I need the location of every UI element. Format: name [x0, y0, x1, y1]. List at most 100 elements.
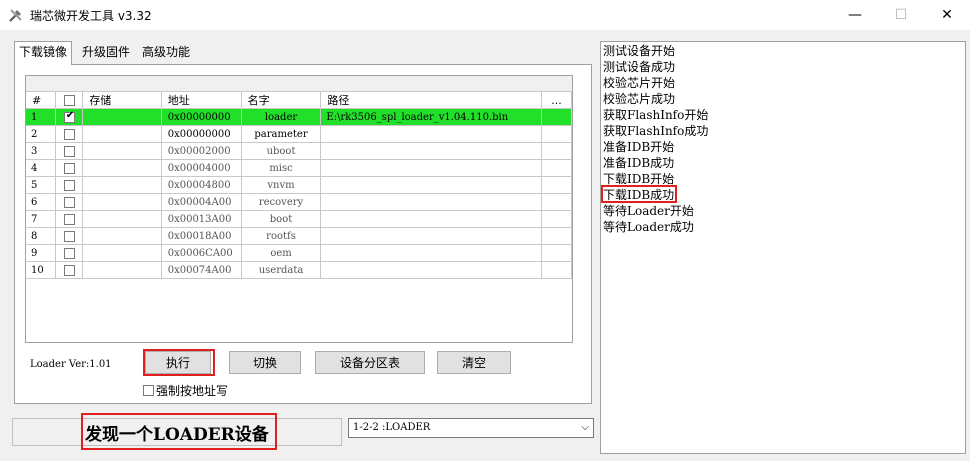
table-row[interactable]: 8 0x00018A00 rootfs: [26, 227, 572, 245]
maximize-button[interactable]: ☐: [878, 0, 924, 30]
row-name: oem: [241, 244, 322, 262]
row-checkbox[interactable]: [55, 108, 84, 126]
col-check[interactable]: [55, 92, 84, 109]
row-checkbox[interactable]: [55, 261, 84, 279]
table-row[interactable]: 9 0x0006CA00 oem: [26, 244, 572, 262]
row-checkbox-box[interactable]: [63, 196, 75, 208]
row-number: 9: [26, 244, 57, 262]
row-storage: [82, 193, 162, 211]
row-name: parameter: [241, 125, 322, 143]
table-row[interactable]: 5 0x00004800 vnvm: [26, 176, 572, 194]
row-storage: [82, 159, 162, 177]
row-path[interactable]: [320, 142, 543, 160]
row-checkbox[interactable]: [55, 227, 84, 245]
row-checkbox-box[interactable]: [63, 264, 75, 276]
row-path[interactable]: [320, 227, 543, 245]
device-select-value: 1-2-2 :LOADER: [353, 422, 431, 433]
row-checkbox[interactable]: [55, 210, 84, 228]
row-storage: [82, 227, 162, 245]
row-address: 0x00000000: [161, 125, 242, 143]
row-storage: [82, 210, 162, 228]
row-checkbox[interactable]: [55, 142, 84, 160]
row-more: [541, 244, 572, 262]
row-checkbox[interactable]: [55, 159, 84, 177]
row-path[interactable]: [320, 159, 543, 177]
tab-upgrade-firmware[interactable]: 升级固件: [78, 42, 134, 64]
minimize-button[interactable]: —: [832, 0, 878, 30]
col-address: 地址: [161, 92, 242, 109]
row-storage: [82, 125, 162, 143]
log-line: 校验芯片成功: [603, 92, 676, 106]
row-storage: [82, 244, 162, 262]
row-path[interactable]: [320, 244, 543, 262]
log-line: 等待Loader开始: [603, 204, 694, 218]
row-number: 5: [26, 176, 57, 194]
row-checkbox-box[interactable]: [63, 213, 75, 225]
table-row[interactable]: 1 0x00000000loaderE:\rk3506_spl_loader_v1…: [26, 108, 572, 126]
select-all-checkbox[interactable]: [63, 95, 75, 106]
partition-table-button[interactable]: 设备分区表: [315, 351, 425, 374]
row-checkbox-box[interactable]: [63, 110, 75, 123]
row-checkbox[interactable]: [55, 125, 84, 143]
row-checkbox[interactable]: [55, 176, 84, 194]
row-address: 0x0006CA00: [161, 244, 242, 262]
row-path[interactable]: [320, 125, 543, 143]
table-row[interactable]: 2 0x00000000 parameter: [26, 125, 572, 143]
partition-table: # 存储 地址 名字 路径 ... 1 0x00000000loaderE:\rk…: [26, 92, 572, 279]
table-row[interactable]: 7 0x00013A00 boot: [26, 210, 572, 228]
row-storage: [82, 176, 162, 194]
row-more: [541, 227, 572, 245]
row-path[interactable]: [320, 210, 543, 228]
row-checkbox-box[interactable]: [63, 179, 75, 191]
table-row[interactable]: 6 0x00004A00 recovery: [26, 193, 572, 211]
row-checkbox-box[interactable]: [63, 128, 75, 140]
row-checkbox[interactable]: [55, 193, 84, 211]
row-checkbox-box[interactable]: [63, 145, 75, 157]
log-line: 测试设备开始: [603, 44, 676, 58]
log-line: 获取FlashInfo成功: [603, 124, 709, 138]
switch-button[interactable]: 切换: [229, 351, 301, 374]
row-address: 0x00018A00: [161, 227, 242, 245]
row-name: userdata: [241, 261, 322, 279]
tab-advanced[interactable]: 高级功能: [138, 42, 194, 64]
row-path[interactable]: [320, 176, 543, 194]
row-more: [541, 108, 572, 126]
highlight-execute: [143, 349, 215, 376]
highlight-log-line: [601, 185, 677, 203]
row-address: 0x00004000: [161, 159, 242, 177]
loader-version: Loader Ver:1.01: [30, 359, 112, 370]
row-more: [541, 176, 572, 194]
row-number: 7: [26, 210, 57, 228]
row-path[interactable]: [320, 193, 543, 211]
table-row[interactable]: 10 0x00074A00 userdata: [26, 261, 572, 279]
row-number: 8: [26, 227, 57, 245]
row-address: 0x00004800: [161, 176, 242, 194]
tab-download-image[interactable]: 下载镜像: [14, 41, 73, 65]
row-address: 0x00002000: [161, 142, 242, 160]
log-list[interactable]: 测试设备开始 测试设备成功 校验芯片开始 校验芯片成功 获取FlashInfo开始 获取F…: [600, 41, 966, 454]
row-checkbox-box[interactable]: [63, 162, 75, 174]
close-button[interactable]: ✕: [924, 0, 970, 30]
row-name: rootfs: [241, 227, 322, 245]
row-checkbox-box[interactable]: [63, 230, 75, 242]
force-address-checkbox[interactable]: [143, 385, 154, 396]
highlight-status: [81, 413, 277, 450]
row-number: 2: [26, 125, 57, 143]
row-checkbox-box[interactable]: [63, 247, 75, 259]
table-row[interactable]: 3 0x00002000 uboot: [26, 142, 572, 160]
log-line: 获取FlashInfo开始: [603, 108, 709, 122]
force-address-option[interactable]: 强制按地址写: [143, 382, 228, 399]
chevron-down-icon[interactable]: ⌵: [581, 419, 589, 437]
row-storage: [82, 108, 162, 126]
row-checkbox[interactable]: [55, 244, 84, 262]
row-path[interactable]: E:\rk3506_spl_loader_v1.04.110.bin: [320, 108, 543, 126]
row-storage: [82, 142, 162, 160]
clear-button[interactable]: 清空: [437, 351, 511, 374]
partition-grid[interactable]: # 存储 地址 名字 路径 ... 1 0x00000000loaderE:\rk…: [25, 75, 573, 343]
table-row[interactable]: 4 0x00004000 misc: [26, 159, 572, 177]
device-select[interactable]: 1-2-2 :LOADER ⌵: [348, 418, 594, 438]
row-address: 0x00004A00: [161, 193, 242, 211]
row-path[interactable]: [320, 261, 543, 279]
force-address-label: 强制按地址写: [156, 384, 229, 398]
row-name: vnvm: [241, 176, 322, 194]
